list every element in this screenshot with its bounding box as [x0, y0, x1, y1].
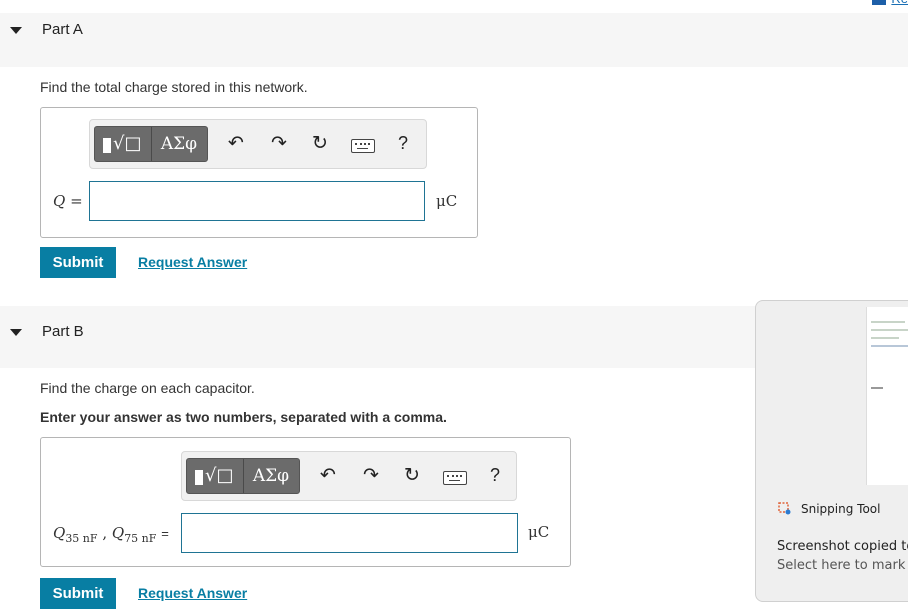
top-right-link[interactable]: Re — [891, 0, 908, 6]
part-b-title: Part B — [42, 323, 84, 340]
help-icon[interactable]: ? — [487, 464, 503, 486]
screenshot-thumbnail[interactable] — [866, 307, 908, 485]
symbols-button[interactable]: ΑΣφ — [245, 459, 297, 493]
q1-symbol: Q — [53, 524, 66, 542]
equals-sign: = — [161, 526, 169, 541]
redo-icon[interactable]: ↷ — [360, 464, 382, 486]
snipping-tool-icon — [778, 502, 791, 515]
toolbar-button-group: √□ ΑΣφ — [94, 126, 208, 162]
part-b-instruction: Enter your answer as two numbers, separa… — [40, 409, 447, 425]
answer-input[interactable] — [181, 513, 518, 553]
reset-icon[interactable]: ↻ — [309, 132, 331, 154]
templates-button[interactable]: √□ — [187, 459, 244, 493]
part-a-title: Part A — [42, 21, 83, 38]
undo-icon[interactable]: ↶ — [317, 464, 339, 486]
q2-subscript: 75 nF — [124, 532, 157, 545]
notification-app-name: Snipping Tool — [801, 502, 881, 516]
top-right-icon — [872, 0, 886, 5]
q2-symbol: Q — [111, 524, 125, 542]
notification-sub-message: Select here to mark u — [777, 558, 908, 573]
part-b-prompt: Find the charge on each capacitor. — [40, 380, 255, 396]
separator: , — [102, 524, 108, 542]
templates-block-icon — [195, 470, 203, 485]
notification-message: Screenshot copied to — [777, 539, 908, 554]
undo-icon[interactable]: ↶ — [225, 132, 247, 154]
redo-icon[interactable]: ↷ — [268, 132, 290, 154]
request-answer-link[interactable]: Request Answer — [138, 254, 247, 270]
keyboard-icon[interactable] — [351, 139, 375, 153]
math-toolbar: √□ ΑΣφ ↶ ↷ ↻ ? — [181, 451, 517, 501]
keyboard-icon[interactable] — [443, 471, 467, 485]
part-a-header[interactable]: Part A — [0, 13, 908, 67]
answer-input[interactable] — [89, 181, 425, 221]
variable-label: Q = — [53, 192, 83, 210]
reset-icon[interactable]: ↻ — [401, 464, 423, 486]
submit-button[interactable]: Submit — [40, 247, 116, 278]
q1-subscript: 35 nF — [65, 532, 98, 545]
caret-down-icon[interactable] — [10, 27, 22, 34]
templates-button[interactable]: √□ — [95, 127, 152, 161]
thumb-line — [871, 337, 899, 339]
caret-down-icon[interactable] — [10, 329, 22, 336]
unit-label: μC — [528, 523, 550, 541]
unit-label: μC — [436, 192, 458, 210]
part-a-answer-box: √□ ΑΣφ ↶ ↷ ↻ ? Q = μC — [40, 107, 478, 238]
variable-label: Q35 nF , Q75 nF = — [53, 524, 169, 545]
snipping-notification[interactable]: Snipping Tool Screenshot copied to Selec… — [755, 300, 908, 602]
part-a-prompt: Find the total charge stored in this net… — [40, 79, 308, 95]
part-b-answer-box: √□ ΑΣφ ↶ ↷ ↻ ? Q35 nF , Q75 nF = μC — [40, 437, 571, 567]
thumb-line — [871, 329, 908, 331]
thumb-line — [871, 321, 905, 323]
toolbar-button-group: √□ ΑΣφ — [186, 458, 300, 494]
sqrt-icon: √□ — [205, 465, 234, 486]
math-toolbar: √□ ΑΣφ ↶ ↷ ↻ ? — [89, 119, 427, 169]
help-icon[interactable]: ? — [395, 132, 411, 154]
request-answer-link[interactable]: Request Answer — [138, 585, 247, 601]
submit-button[interactable]: Submit — [40, 578, 116, 609]
templates-block-icon — [103, 138, 111, 153]
thumb-line — [871, 345, 908, 347]
symbols-button[interactable]: ΑΣφ — [153, 127, 205, 161]
sqrt-icon: √□ — [113, 133, 142, 154]
thumb-line — [871, 387, 883, 389]
